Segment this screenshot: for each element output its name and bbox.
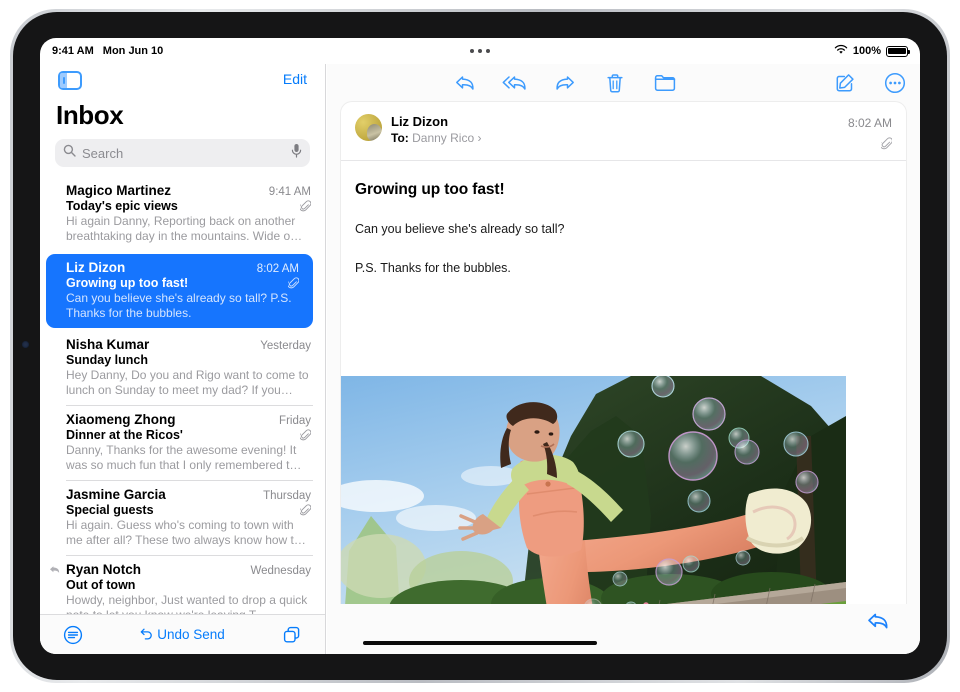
message-paragraph-2: P.S. Thanks for the bubbles. bbox=[355, 261, 511, 275]
message-subject: Growing up too fast! bbox=[66, 276, 189, 290]
duplicate-window-icon[interactable] bbox=[279, 622, 305, 648]
reply-all-arrow-icon[interactable] bbox=[502, 70, 528, 96]
message-time: 8:02 AM bbox=[847, 116, 892, 130]
paperclip-icon bbox=[287, 277, 300, 289]
message-date: 8:02 AM bbox=[256, 263, 299, 275]
message-list-item[interactable]: Magico Martinez 9:41 AM Today's epic views… bbox=[40, 177, 325, 251]
message-list[interactable]: Magico Martinez 9:41 AM Today's epic views… bbox=[40, 177, 325, 614]
chevron-right-icon: › bbox=[477, 131, 482, 145]
undo-arrow-icon bbox=[140, 627, 153, 643]
paperclip-icon bbox=[848, 137, 893, 150]
paperclip-icon bbox=[299, 200, 312, 212]
message-subject: Dinner at the Ricos' bbox=[66, 428, 183, 442]
message-preview: Danny, Thanks for the awesome evening! I… bbox=[66, 443, 302, 472]
message-preview: Hi again Danny, Reporting back on anothe… bbox=[66, 214, 303, 243]
page-title: Inbox bbox=[56, 100, 124, 130]
forward-arrow-icon[interactable] bbox=[552, 70, 578, 96]
status-bar-center bbox=[40, 38, 920, 64]
wifi-icon bbox=[834, 44, 848, 58]
sidebar-toggle-icon[interactable] bbox=[58, 71, 82, 90]
message-list-item[interactable]: Jasmine Garcia Thursday Special guests Hi a… bbox=[40, 481, 325, 555]
search-input[interactable] bbox=[82, 145, 291, 161]
message-list-item[interactable]: Ryan Notch Wednesday Out of town Howdy, nei… bbox=[40, 556, 325, 614]
message-sender: Liz Dizon bbox=[66, 260, 126, 275]
message-subject: Special guests bbox=[66, 503, 154, 517]
paperclip-icon bbox=[299, 429, 312, 441]
detail-bottom-bar bbox=[327, 604, 920, 654]
battery-percent-label: 100% bbox=[852, 45, 881, 57]
front-camera-icon bbox=[22, 341, 29, 348]
message-header: Liz Dizon To: Danny Rico › 8:02 AM bbox=[341, 102, 906, 161]
pane-divider bbox=[325, 64, 326, 654]
trash-icon[interactable] bbox=[602, 70, 628, 96]
message-subject: Today's epic views bbox=[66, 199, 178, 213]
message-subject: Growing up too fast! bbox=[355, 181, 505, 198]
message-meta: 8:02 AM bbox=[847, 114, 893, 150]
message-date: Friday bbox=[279, 415, 311, 427]
message-date: 9:41 AM bbox=[268, 186, 311, 198]
message-preview: Can you believe she's already so tall? P… bbox=[66, 291, 292, 320]
to-label: To: bbox=[391, 131, 409, 145]
message-sender: Magico Martinez bbox=[66, 183, 172, 198]
paperclip-icon bbox=[299, 504, 312, 516]
message-date: Wednesday bbox=[250, 565, 311, 577]
ipad-screen: 9:41 AM Mon Jun 10 100% Edit Inbox Searc… bbox=[40, 38, 920, 654]
message-subject: Out of town bbox=[66, 578, 136, 592]
more-ellipsis-circle-icon[interactable] bbox=[882, 70, 908, 96]
message-toolbar bbox=[327, 64, 920, 102]
message-paragraph-1: Can you believe she's already so tall? bbox=[355, 222, 565, 236]
message-detail-pane: Liz Dizon To: Danny Rico › 8:02 AM Growi… bbox=[327, 64, 920, 654]
undo-send-label: Undo Send bbox=[157, 627, 225, 642]
message-sender: Ryan Notch bbox=[66, 562, 142, 577]
search-bar[interactable] bbox=[55, 139, 310, 167]
message-list-item[interactable]: Nisha Kumar Yesterday Sunday lunch Hey Dann… bbox=[40, 331, 325, 405]
edit-button[interactable]: Edit bbox=[283, 71, 307, 87]
list-bottom-toolbar: Undo Send bbox=[40, 614, 325, 654]
battery-icon bbox=[886, 45, 911, 57]
message-list-item[interactable]: Xiaomeng Zhong Friday Dinner at the Ricos'… bbox=[40, 406, 325, 480]
replied-arrow-icon bbox=[49, 565, 60, 578]
message-sender: Xiaomeng Zhong bbox=[66, 412, 176, 427]
list-top-bar: Edit bbox=[40, 64, 325, 98]
message-subject: Sunday lunch bbox=[66, 353, 148, 367]
undo-send-button[interactable]: Undo Send bbox=[140, 627, 225, 643]
message-preview: Hi again. Guess who's coming to town wit… bbox=[66, 518, 306, 547]
message-preview: Hey Danny, Do you and Rigo want to come … bbox=[66, 368, 309, 397]
recipient-line[interactable]: To: Danny Rico › bbox=[391, 131, 848, 145]
message-date: Thursday bbox=[263, 490, 311, 502]
message-preview: Howdy, neighbor, Just wanted to drop a q… bbox=[66, 593, 308, 614]
sender-name: Liz Dizon bbox=[391, 114, 449, 129]
message-sender: Nisha Kumar bbox=[66, 337, 150, 352]
reply-arrow-icon[interactable] bbox=[452, 70, 478, 96]
status-bar: 9:41 AM Mon Jun 10 100% bbox=[40, 38, 920, 64]
filter-icon[interactable] bbox=[60, 622, 86, 648]
message-sender: Jasmine Garcia bbox=[66, 487, 166, 502]
avatar bbox=[355, 114, 382, 141]
status-bar-right: 100% bbox=[834, 38, 911, 64]
recipient-name: Danny Rico bbox=[412, 131, 475, 145]
message-list-item[interactable]: Liz Dizon 8:02 AM Growing up too fast! Can … bbox=[46, 254, 313, 328]
message-date: Yesterday bbox=[260, 340, 311, 352]
reply-arrow-icon[interactable] bbox=[866, 610, 890, 635]
folder-icon[interactable] bbox=[652, 70, 678, 96]
multitasking-dots-icon[interactable] bbox=[470, 49, 490, 53]
mailbox-list-pane: Edit Inbox Magico Martinez 9:41 AM Today's… bbox=[40, 64, 325, 654]
search-icon bbox=[63, 144, 76, 162]
compose-pencil-icon[interactable] bbox=[832, 70, 858, 96]
message-from-block: Liz Dizon To: Danny Rico › bbox=[391, 114, 848, 145]
home-indicator bbox=[363, 641, 597, 645]
microphone-icon[interactable] bbox=[291, 143, 302, 163]
message-card: Liz Dizon To: Danny Rico › 8:02 AM Growi… bbox=[341, 102, 906, 654]
